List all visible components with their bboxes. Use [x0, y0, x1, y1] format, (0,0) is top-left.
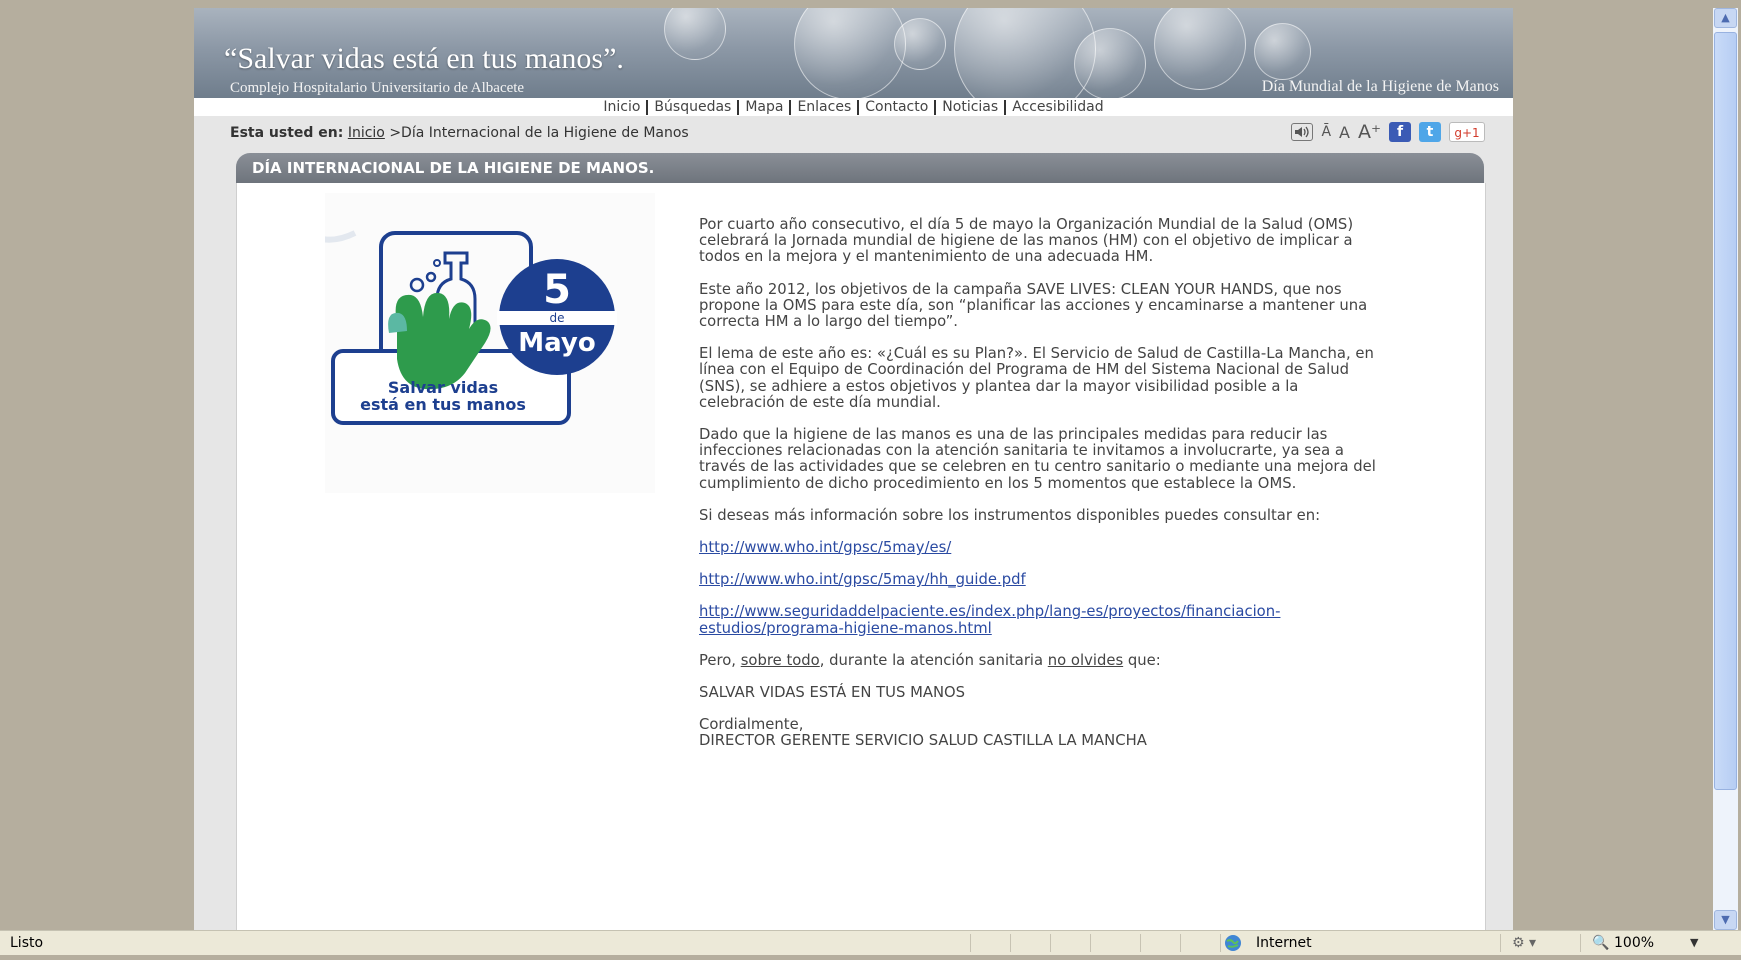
- logo-month: Mayo: [518, 328, 595, 358]
- link-paragraph: http://www.who.int/gpsc/5may/es/: [699, 539, 1379, 556]
- who-hh-guide-link[interactable]: http://www.who.int/gpsc/5may/hh_guide.pd…: [699, 571, 1026, 588]
- decorative-bubble: [894, 18, 946, 70]
- status-divider: [1010, 934, 1011, 952]
- paragraph: El lema de este año es: «¿Cuál es su Pla…: [699, 345, 1374, 411]
- paragraph: Pero, sobre todo, durante la atención sa…: [699, 651, 1379, 669]
- paragraph: Por cuarto año consecutivo, el día 5 de …: [699, 216, 1354, 266]
- paragraph: SALVAR VIDAS ESTÁ EN TUS MANOS: [699, 684, 966, 702]
- status-divider: [1220, 934, 1221, 952]
- status-divider: [1140, 934, 1141, 952]
- link-paragraph: http://www.who.int/gpsc/5may/hh_guide.pd…: [699, 572, 1379, 588]
- page-title: DÍA INTERNACIONAL DE LA HIGIENE DE MANOS…: [236, 153, 1484, 183]
- who-5may-link[interactable]: http://www.who.int/gpsc/5may/es/: [699, 539, 951, 556]
- signature-line: DIRECTOR GERENTE SERVICIO SALUD CASTILLA…: [699, 732, 1147, 750]
- scroll-up-icon[interactable]: ▲: [1714, 8, 1737, 28]
- breadcrumb-current: Día Internacional de la Higiene de Manos: [401, 125, 689, 141]
- site-header-banner: “Salvar vidas está en tus manos”. Comple…: [194, 8, 1513, 98]
- article-body: Por cuarto año consecutivo, el día 5 de …: [699, 216, 1379, 750]
- hospital-name: Complejo Hospitalario Universitario de A…: [230, 80, 525, 96]
- decorative-bubble: [794, 8, 906, 98]
- signature: Cordialmente, DIRECTOR GERENTE SERVICIO S…: [699, 717, 1379, 749]
- nav-noticias[interactable]: Noticias: [936, 99, 1004, 115]
- font-larger-button[interactable]: A⁺: [1358, 121, 1381, 143]
- paragraph: Este año 2012, los objetivos de la campa…: [699, 280, 1368, 331]
- breadcrumb-label: Esta usted en:: [230, 125, 344, 141]
- decorative-bubble: [1154, 8, 1246, 90]
- seguridad-paciente-link[interactable]: http://www.seguridaddelpaciente.es/index…: [699, 603, 1280, 637]
- underlined-text: no olvides: [1047, 651, 1124, 669]
- zoom-icon[interactable]: 🔍: [1592, 931, 1609, 955]
- status-divider: [1580, 934, 1581, 952]
- logo-day-number: 5: [543, 267, 571, 313]
- header-day-name: Día Mundial de la Higiene de Manos: [1261, 78, 1499, 95]
- font-normal-button[interactable]: A: [1339, 123, 1350, 142]
- status-bar: Listo Internet ⚙ ▾ 🔍 100% ▼: [0, 930, 1741, 955]
- decorative-bubble: [664, 8, 726, 60]
- logo-de: de: [550, 311, 565, 325]
- page-tools: Ā A A⁺ f t g+1: [1291, 121, 1485, 143]
- scroll-down-icon[interactable]: ▼: [1714, 910, 1737, 930]
- status-divider: [1050, 934, 1051, 952]
- underlined-text: sobre todo: [740, 651, 820, 669]
- breadcrumb-home-link[interactable]: Inicio: [348, 125, 385, 141]
- page-container: “Salvar vidas está en tus manos”. Comple…: [194, 8, 1513, 930]
- globe-icon: [1224, 934, 1242, 960]
- breadcrumb: Esta usted en: Inicio >Día Internacional…: [230, 125, 689, 141]
- vertical-scrollbar[interactable]: ▲ ▼: [1713, 8, 1738, 930]
- protected-mode-icon[interactable]: ⚙ ▾: [1512, 931, 1536, 955]
- nav-enlaces[interactable]: Enlaces: [791, 99, 857, 115]
- nav-busquedas[interactable]: Búsquedas: [648, 99, 737, 115]
- logo-line2: está en tus manos: [360, 395, 526, 414]
- signature-line: Cordialmente,: [699, 716, 804, 734]
- status-divider: [1180, 934, 1181, 952]
- status-text: Listo: [10, 935, 44, 951]
- campaign-logo: 5 de Mayo Salvar vidas está en tus manos: [282, 193, 655, 493]
- main-content: 5 de Mayo Salvar vidas está en tus manos…: [236, 183, 1486, 930]
- paragraph: Si deseas más información sobre los inst…: [699, 506, 1321, 524]
- nav-accesibilidad[interactable]: Accesibilidad: [1006, 99, 1109, 115]
- scroll-thumb[interactable]: [1714, 32, 1737, 790]
- text-fragment: que:: [1123, 651, 1161, 669]
- twitter-icon[interactable]: t: [1419, 122, 1441, 142]
- paragraph: Dado que la higiene de las manos es una …: [699, 426, 1376, 492]
- nav-contacto[interactable]: Contacto: [859, 99, 934, 115]
- decorative-bubble: [1074, 28, 1146, 98]
- nav-mapa[interactable]: Mapa: [739, 99, 789, 115]
- zoom-level[interactable]: 100%: [1614, 931, 1654, 955]
- zone-text: Internet: [1256, 935, 1312, 951]
- top-navigation: Inicio Búsquedas Mapa Enlaces Contacto Notici…: [194, 98, 1513, 116]
- link-paragraph: http://www.seguridaddelpaciente.es/index…: [699, 603, 1379, 637]
- header-slogan: “Salvar vidas está en tus manos”.: [224, 42, 624, 75]
- breadcrumb-separator: >: [389, 125, 402, 141]
- status-divider: [1090, 934, 1091, 952]
- zoom-dropdown-icon[interactable]: ▼: [1690, 931, 1698, 955]
- decorative-bubble: [1254, 23, 1311, 80]
- speaker-icon[interactable]: [1291, 123, 1314, 141]
- text-fragment: Pero,: [699, 651, 741, 669]
- nav-inicio[interactable]: Inicio: [597, 99, 646, 115]
- status-divider: [1500, 934, 1501, 952]
- hand-hygiene-logo-icon: 5 de Mayo Salvar vidas está en tus manos: [282, 211, 617, 425]
- status-divider: [970, 934, 971, 952]
- text-fragment: , durante la atención sanitaria: [819, 651, 1048, 669]
- facebook-icon[interactable]: f: [1389, 122, 1411, 142]
- font-smaller-button[interactable]: Ā: [1321, 124, 1331, 140]
- google-plus-icon[interactable]: g+1: [1449, 122, 1485, 142]
